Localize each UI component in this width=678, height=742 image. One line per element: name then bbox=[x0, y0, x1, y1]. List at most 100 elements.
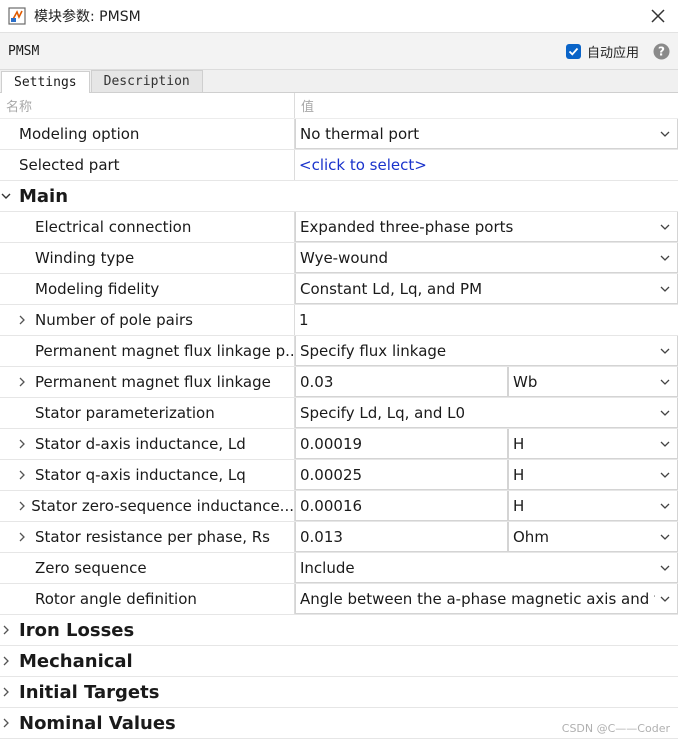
param-label: Modeling option bbox=[0, 119, 295, 149]
param-label: Permanent magnet flux linkage p... bbox=[0, 336, 295, 366]
param-label: Stator q-axis inductance, Lq bbox=[0, 460, 295, 490]
ld-unit-dropdown[interactable]: H bbox=[508, 429, 678, 459]
row-zero-sequence: Zero sequence Include bbox=[0, 553, 678, 584]
pm-flux-unit-dropdown[interactable]: Wb bbox=[508, 367, 678, 397]
chevron-down-icon bbox=[660, 441, 670, 447]
row-modeling-option: Modeling option No thermal port bbox=[0, 119, 678, 150]
ld-input[interactable]: 0.00019 bbox=[295, 429, 508, 459]
param-label: Selected part bbox=[0, 150, 295, 180]
section-mechanical[interactable]: Mechanical bbox=[0, 646, 678, 677]
svg-text:?: ? bbox=[658, 44, 665, 58]
pole-pairs-value[interactable]: 1 bbox=[295, 305, 309, 335]
chevron-down-icon bbox=[660, 379, 670, 385]
param-label: Stator d-axis inductance, Ld bbox=[0, 429, 295, 459]
row-rs: Stator resistance per phase, Rs 0.013 Oh… bbox=[0, 522, 678, 553]
param-label: Stator zero-sequence inductance... bbox=[0, 491, 295, 521]
column-name-header: 名称 bbox=[0, 93, 295, 118]
chevron-right-icon[interactable] bbox=[16, 522, 35, 552]
modeling-fidelity-dropdown[interactable]: Constant Ld, Lq, and PM bbox=[295, 274, 678, 304]
chevron-down-icon bbox=[660, 565, 670, 571]
section-main[interactable]: Main bbox=[0, 181, 678, 212]
row-rotor-angle: Rotor angle definition Angle between the… bbox=[0, 584, 678, 615]
chevron-right-icon[interactable] bbox=[0, 708, 19, 738]
chevron-down-icon bbox=[660, 596, 670, 602]
select-part-link[interactable]: <click to select> bbox=[295, 150, 427, 180]
row-stator-parameterization: Stator parameterization Specify Ld, Lq, … bbox=[0, 398, 678, 429]
modeling-option-dropdown[interactable]: No thermal port bbox=[295, 119, 678, 149]
chevron-right-icon[interactable] bbox=[16, 460, 35, 490]
param-label: Winding type bbox=[0, 243, 295, 273]
param-label: Rotor angle definition bbox=[0, 584, 295, 614]
lq-unit-dropdown[interactable]: H bbox=[508, 460, 678, 490]
chevron-down-icon bbox=[660, 348, 670, 354]
section-label: Main bbox=[19, 185, 69, 207]
param-label: Number of pole pairs bbox=[0, 305, 295, 335]
param-label: Modeling fidelity bbox=[0, 274, 295, 304]
lq-input[interactable]: 0.00025 bbox=[295, 460, 508, 490]
section-label: Mechanical bbox=[19, 650, 133, 672]
row-lq: Stator q-axis inductance, Lq 0.00025 H bbox=[0, 460, 678, 491]
section-label: Initial Targets bbox=[19, 681, 160, 703]
block-name: PMSM bbox=[8, 43, 40, 59]
chevron-down-icon bbox=[660, 286, 670, 292]
help-icon[interactable]: ? bbox=[653, 43, 670, 60]
rs-unit-dropdown[interactable]: Ohm bbox=[508, 522, 678, 552]
auto-apply-checkbox[interactable] bbox=[565, 43, 581, 59]
pm-parameterization-dropdown[interactable]: Specify flux linkage bbox=[295, 336, 678, 366]
title-bar: 模块参数: PMSM bbox=[0, 0, 678, 33]
chevron-right-icon[interactable] bbox=[16, 491, 31, 521]
row-selected-part: Selected part <click to select> bbox=[0, 150, 678, 181]
close-icon[interactable] bbox=[648, 6, 668, 26]
row-pm-flux-linkage: Permanent magnet flux linkage 0.03 Wb bbox=[0, 367, 678, 398]
row-electrical-connection: Electrical connection Expanded three-pha… bbox=[0, 212, 678, 243]
param-label: Permanent magnet flux linkage bbox=[0, 367, 295, 397]
chevron-down-icon bbox=[660, 410, 670, 416]
rotor-angle-dropdown[interactable]: Angle between the a-phase magnetic axis … bbox=[295, 584, 678, 614]
rs-input[interactable]: 0.013 bbox=[295, 522, 508, 552]
section-initial-targets[interactable]: Initial Targets bbox=[0, 677, 678, 708]
l0-unit-dropdown[interactable]: H bbox=[508, 491, 678, 521]
param-label: Stator resistance per phase, Rs bbox=[0, 522, 295, 552]
tab-settings[interactable]: Settings bbox=[1, 71, 90, 93]
pm-flux-input[interactable]: 0.03 bbox=[295, 367, 508, 397]
check-icon bbox=[568, 47, 579, 56]
param-label: Electrical connection bbox=[0, 212, 295, 242]
chevron-down-icon[interactable] bbox=[0, 181, 19, 211]
chevron-down-icon bbox=[660, 503, 670, 509]
simulink-app-icon bbox=[8, 7, 26, 25]
auto-apply-label: 自动应用 bbox=[586, 45, 639, 61]
section-iron-losses[interactable]: Iron Losses bbox=[0, 615, 678, 646]
section-label: Iron Losses bbox=[19, 619, 135, 641]
chevron-right-icon[interactable] bbox=[16, 305, 35, 335]
chevron-right-icon[interactable] bbox=[0, 677, 19, 707]
electrical-connection-dropdown[interactable]: Expanded three-phase ports bbox=[295, 212, 678, 242]
chevron-right-icon[interactable] bbox=[16, 429, 35, 459]
tab-description[interactable]: Description bbox=[90, 70, 203, 92]
row-pm-parameterization: Permanent magnet flux linkage p... Speci… bbox=[0, 336, 678, 367]
section-label: Nominal Values bbox=[19, 712, 176, 734]
block-header: PMSM 自动应用 ? bbox=[0, 33, 678, 70]
winding-type-dropdown[interactable]: Wye-wound bbox=[295, 243, 678, 273]
chevron-right-icon[interactable] bbox=[0, 615, 19, 645]
chevron-right-icon[interactable] bbox=[0, 646, 19, 676]
row-winding-type: Winding type Wye-wound bbox=[0, 243, 678, 274]
param-label: Zero sequence bbox=[0, 553, 295, 583]
column-value-header: 值 bbox=[301, 100, 315, 115]
watermark: CSDN @C——Coder bbox=[561, 722, 670, 735]
chevron-right-icon[interactable] bbox=[16, 367, 35, 397]
window-title: 模块参数: PMSM bbox=[34, 9, 141, 25]
row-ld: Stator d-axis inductance, Ld 0.00019 H bbox=[0, 429, 678, 460]
tab-strip: Settings Description bbox=[0, 70, 678, 93]
row-pole-pairs: Number of pole pairs 1 bbox=[0, 305, 678, 336]
auto-apply: 自动应用 bbox=[565, 42, 639, 61]
param-label: Stator parameterization bbox=[0, 398, 295, 428]
zero-sequence-dropdown[interactable]: Include bbox=[295, 553, 678, 583]
chevron-down-icon bbox=[660, 255, 670, 261]
l0-input[interactable]: 0.00016 bbox=[295, 491, 508, 521]
row-modeling-fidelity: Modeling fidelity Constant Ld, Lq, and P… bbox=[0, 274, 678, 305]
chevron-down-icon bbox=[660, 131, 670, 137]
column-header: 名称 值 bbox=[0, 93, 678, 119]
stator-parameterization-dropdown[interactable]: Specify Ld, Lq, and L0 bbox=[295, 398, 678, 428]
chevron-down-icon bbox=[660, 472, 670, 478]
chevron-down-icon bbox=[660, 224, 670, 230]
